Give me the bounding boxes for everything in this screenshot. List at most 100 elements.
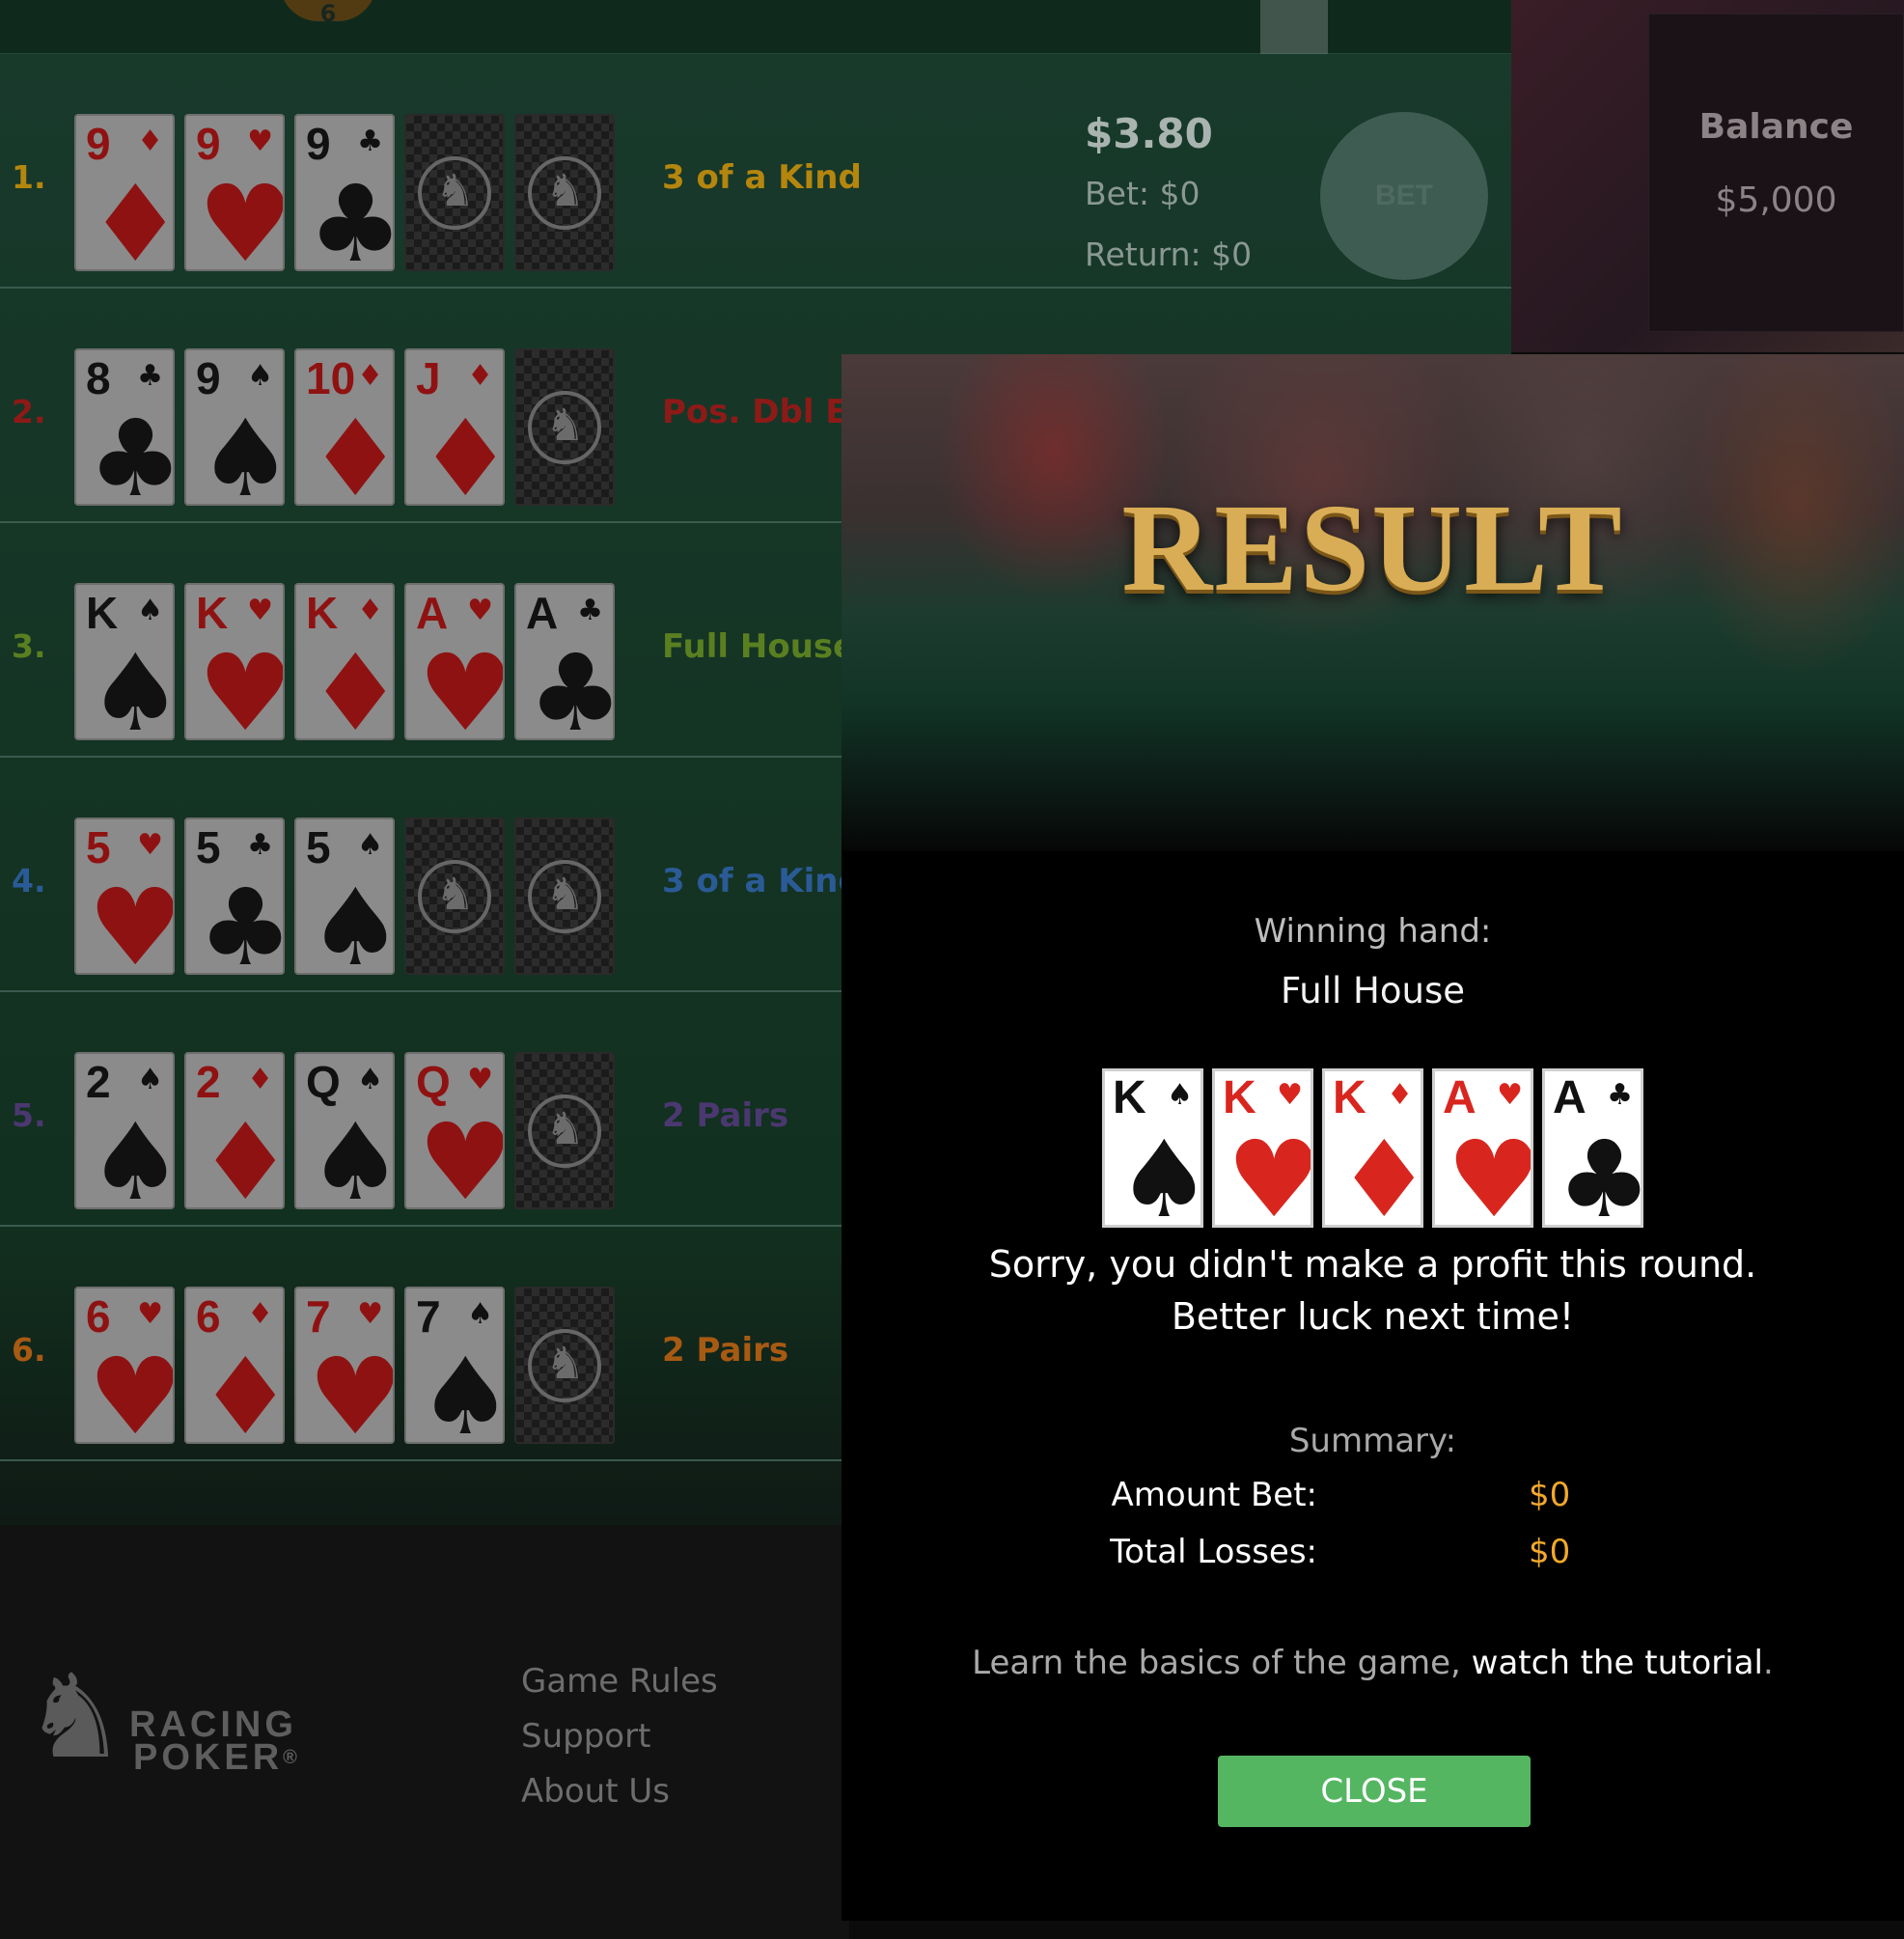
card-suit-icon: ♦ <box>247 1297 273 1331</box>
card-back <box>514 1052 615 1209</box>
footer-link-support[interactable]: Support <box>521 1717 650 1756</box>
card-rank: 2 <box>196 1057 221 1107</box>
total-losses-value: $0 <box>1529 1533 1571 1571</box>
card-suit-icon: ♥ <box>1277 1078 1303 1112</box>
card-large-suit-icon: ♠ <box>1117 1118 1203 1228</box>
card-suit-icon: ♣ <box>247 828 273 862</box>
card-rank: K <box>86 588 119 638</box>
card-rank: A <box>416 588 449 638</box>
horse-emblem-icon <box>528 860 601 933</box>
game-screen: 6 1.9♦♦9♥♥9♣♣3 of a Kind$3.80Bet: $0Retu… <box>0 0 1904 1939</box>
hand-cards: 9 ♦ ♦ 9 ♥ ♥ 9 ♣ ♣ <box>74 114 615 271</box>
playing-card: 7 ♠ ♠ <box>404 1287 505 1444</box>
footer-link-about-us[interactable]: About Us <box>521 1772 670 1811</box>
card-large-suit-icon: ♠ <box>418 1335 505 1444</box>
summary-label: Summary: <box>1288 1422 1457 1460</box>
hand-name: 2 Pairs <box>662 1331 789 1370</box>
card-large-suit-icon: ♠ <box>88 1100 175 1209</box>
card-suit-icon: ♠ <box>467 1297 493 1331</box>
card-suit-icon: ♠ <box>137 1063 163 1096</box>
card-large-suit-icon: ♦ <box>198 1335 285 1444</box>
playing-card: 9 ♦ ♦ <box>74 114 175 271</box>
card-large-suit-icon: ♦ <box>418 397 505 506</box>
card-large-suit-icon: ♥ <box>418 1100 505 1209</box>
card-rank: 6 <box>196 1291 221 1342</box>
horse-emblem-icon <box>528 1329 601 1402</box>
tutorial-prefix: Learn the basics of the game, <box>972 1644 1472 1682</box>
card-rank: 10 <box>306 353 356 403</box>
horse-emblem-icon <box>528 391 601 464</box>
card-suit-icon: ♥ <box>247 594 273 627</box>
card-rank: 7 <box>416 1291 441 1342</box>
playing-card: K ♥ ♥ <box>184 583 285 740</box>
card-suit-icon: ♠ <box>137 594 163 627</box>
card-back <box>404 114 505 271</box>
logo-text-racing: RACING <box>129 1704 297 1745</box>
card-rank: Q <box>416 1057 451 1107</box>
card-rank: A <box>1553 1072 1587 1123</box>
card-large-suit-icon: ♦ <box>198 1100 285 1209</box>
card-suit-icon: ♦ <box>137 125 163 158</box>
card-large-suit-icon: ♥ <box>88 866 175 975</box>
horse-number: 6. <box>12 1331 46 1369</box>
playing-card: 7 ♥ ♥ <box>294 1287 395 1444</box>
result-submessage: Better luck next time! <box>1171 1295 1575 1338</box>
playing-card: A ♣ ♣ <box>1542 1068 1643 1228</box>
racing-poker-logo[interactable]: ♞ RACING POKER® <box>23 1660 332 1795</box>
horse-emblem-icon <box>418 156 491 230</box>
footer: ♞ RACING POKER® Game Rules Support About… <box>0 1525 849 1939</box>
result-header: RESULT <box>842 354 1904 851</box>
card-large-suit-icon: ♥ <box>418 631 505 740</box>
card-large-suit-icon: ♣ <box>198 866 285 975</box>
race-track-strip: 6 <box>0 0 1511 54</box>
hand-cards: 8 ♣ ♣ 9 ♠ ♠ 10 ♦ ♦ J ♦ ♦ <box>74 348 615 506</box>
card-rank: 2 <box>86 1057 111 1107</box>
card-rank: J <box>416 353 441 403</box>
hand-name: Pos. Dbl En <box>662 393 871 431</box>
card-suit-icon: ♠ <box>1167 1078 1193 1112</box>
balance-panel: Balance $5,000 <box>1511 0 1904 352</box>
card-suit-icon: ♦ <box>357 594 383 627</box>
card-large-suit-icon: ♣ <box>308 162 395 271</box>
card-suit-icon: ♦ <box>467 359 493 393</box>
bet-amount: Bet: $0 <box>1085 175 1200 212</box>
hand-name: 3 of a Kind <box>662 862 862 900</box>
card-suit-icon: ♦ <box>247 1063 273 1096</box>
horse-emblem-icon <box>528 1094 601 1168</box>
horse-number: 2. <box>12 393 46 430</box>
card-suit-icon: ♦ <box>357 359 383 393</box>
card-rank: 9 <box>86 119 111 169</box>
hand-cards: 2 ♠ ♠ 2 ♦ ♦ Q ♠ ♠ Q ♥ ♥ <box>74 1052 615 1209</box>
card-rank: Q <box>306 1057 341 1107</box>
playing-card: 6 ♥ ♥ <box>74 1287 175 1444</box>
close-button[interactable]: CLOSE <box>1218 1756 1531 1827</box>
card-suit-icon: ♥ <box>247 125 273 158</box>
odds-value: $3.80 <box>1085 110 1213 157</box>
playing-card: 5 ♣ ♣ <box>184 817 285 975</box>
race-row: 1.9♦♦9♥♥9♣♣3 of a Kind$3.80Bet: $0Return… <box>0 54 1511 289</box>
playing-card: Q ♠ ♠ <box>294 1052 395 1209</box>
card-suit-icon: ♥ <box>1497 1078 1523 1112</box>
card-large-suit-icon: ♦ <box>88 162 175 271</box>
playing-card: 9 ♥ ♥ <box>184 114 285 271</box>
tutorial-suffix: . <box>1763 1644 1774 1682</box>
hand-name: 3 of a Kind <box>662 158 862 197</box>
bet-button[interactable]: BET <box>1320 112 1488 280</box>
card-suit-icon: ♠ <box>357 1063 383 1096</box>
card-suit-icon: ♣ <box>137 359 163 393</box>
card-back <box>514 348 615 506</box>
footer-link-game-rules[interactable]: Game Rules <box>521 1662 718 1701</box>
balance-label: Balance <box>1698 107 1854 147</box>
card-large-suit-icon: ♥ <box>198 631 285 740</box>
card-rank: A <box>526 588 559 638</box>
card-large-suit-icon: ♥ <box>198 162 285 271</box>
hand-cards: K ♠ ♠ K ♥ ♥ K ♦ ♦ A ♥ ♥ A ♣ ♣ <box>74 583 615 740</box>
playing-card: K ♠ ♠ <box>74 583 175 740</box>
card-rank: 5 <box>196 822 221 873</box>
card-large-suit-icon: ♣ <box>528 631 615 740</box>
horse-number: 5. <box>12 1096 46 1134</box>
watch-tutorial-link[interactable]: watch the tutorial <box>1472 1644 1763 1682</box>
winning-hand-name: Full House <box>1281 970 1465 1011</box>
card-rank: 5 <box>306 822 331 873</box>
card-back <box>404 817 505 975</box>
